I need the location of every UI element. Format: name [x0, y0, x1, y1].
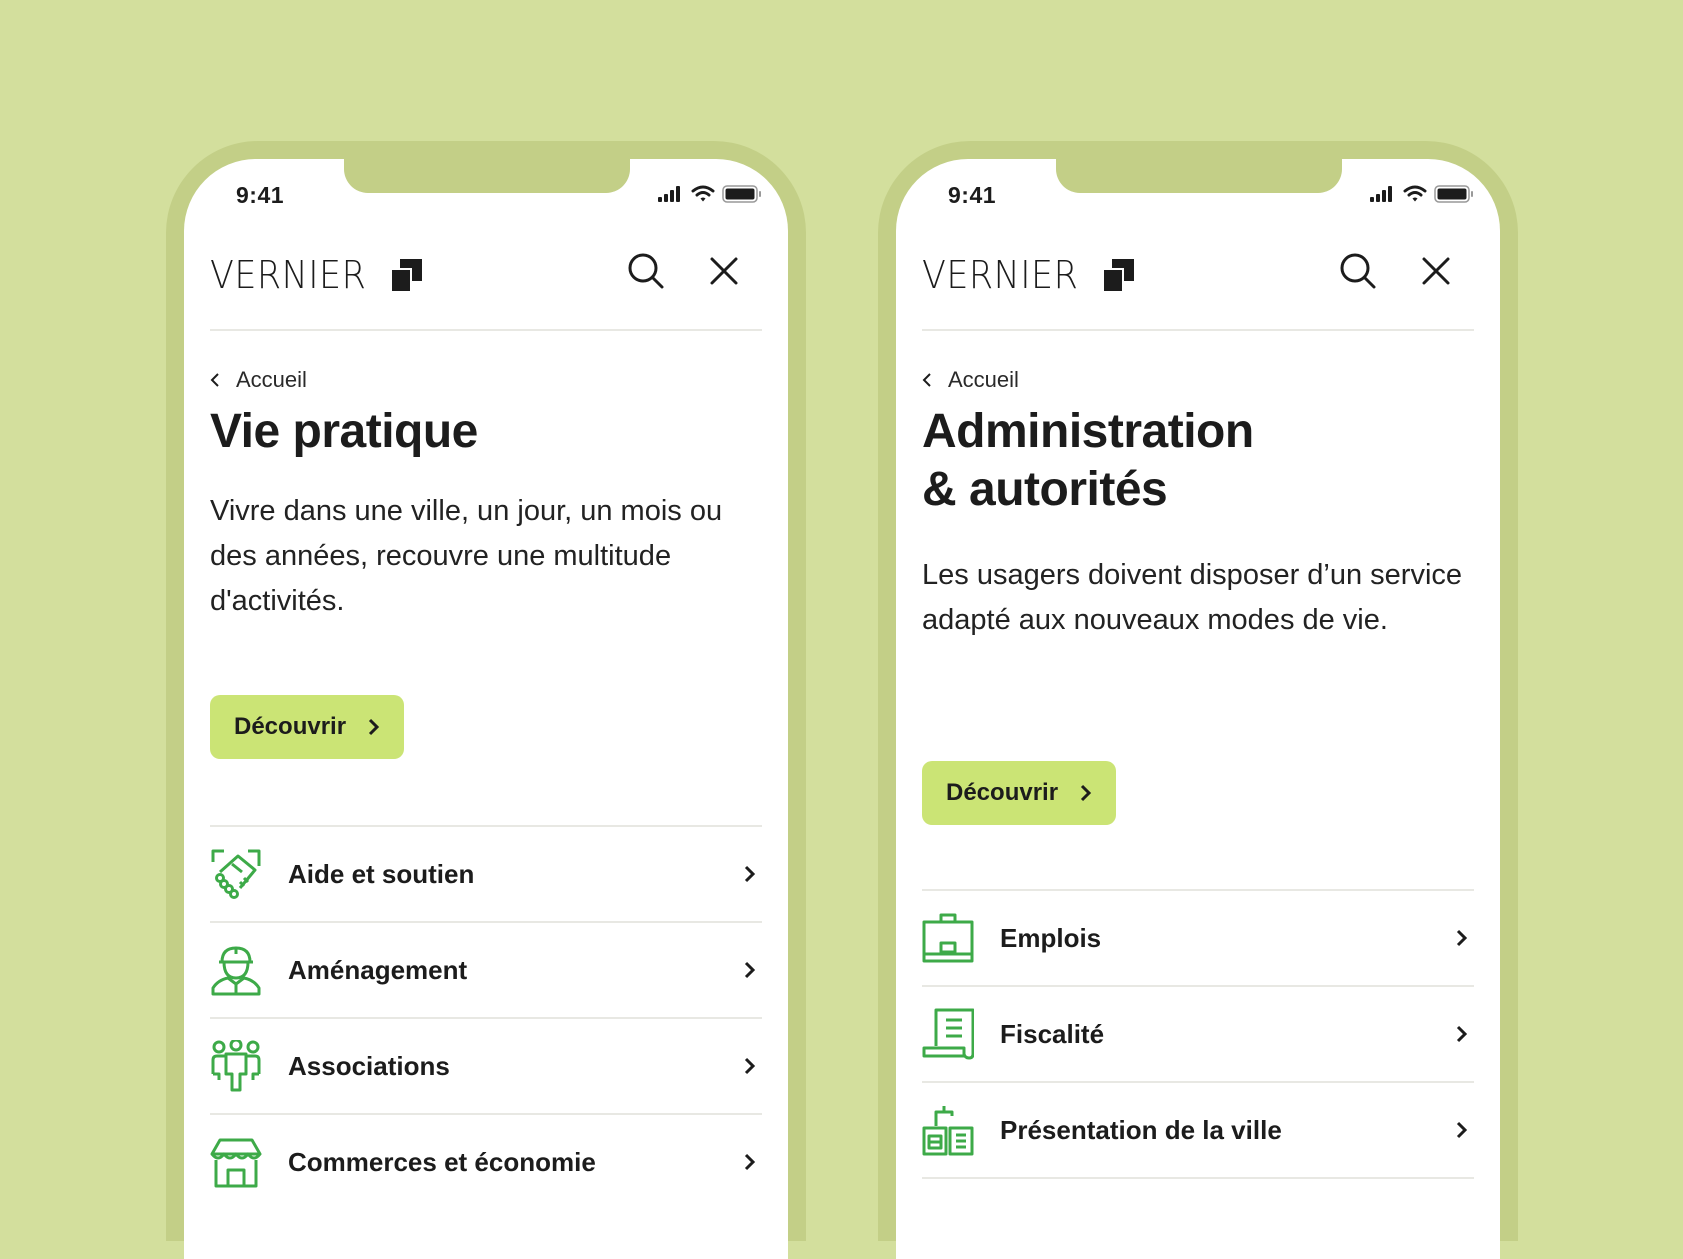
page-title-line: Vie pratique	[210, 405, 478, 458]
discover-button-label: Découvrir	[946, 779, 1059, 806]
list-item-label: Aménagement	[288, 954, 468, 985]
page-description: Les usagers doivent disposer d’un servic…	[922, 559, 1463, 636]
status-icons	[658, 185, 762, 203]
chevron-right-icon	[1080, 784, 1092, 802]
chevron-right-icon	[1456, 1025, 1468, 1043]
signal-icon	[658, 186, 680, 202]
list-item-label: Commerces et économie	[288, 1146, 596, 1177]
group-people-icon	[211, 1040, 261, 1092]
close-icon	[710, 257, 738, 285]
logo-text: VERNIER	[210, 253, 367, 297]
list-item[interactable]: Associations	[210, 1017, 762, 1113]
close-button[interactable]	[700, 247, 748, 295]
list-item-label: Aide et soutien	[288, 858, 475, 889]
storefront-icon	[210, 1138, 262, 1188]
chevron-right-icon	[1456, 1121, 1468, 1139]
chevron-right-icon	[1456, 929, 1468, 947]
breadcrumb-back-link[interactable]: Accueil	[922, 367, 1019, 393]
page-description: Vivre dans une ville, un jour, un mois o…	[210, 495, 723, 617]
site-header: VERNIER	[922, 223, 1474, 331]
site-header: VERNIER	[210, 223, 762, 331]
close-icon	[1422, 257, 1450, 285]
page-title: Vie pratique	[210, 403, 770, 461]
discover-button[interactable]: Découvrir	[210, 695, 405, 759]
vernier-logo[interactable]: VERNIER	[210, 253, 422, 297]
close-button[interactable]	[1412, 247, 1460, 295]
worker-helmet-icon	[211, 946, 261, 996]
list-item[interactable]: Emplois	[922, 889, 1474, 985]
phone-mockup-administration: 9:41 VERNIER Accueil Administration & au…	[878, 141, 1518, 1259]
vernier-squares-logo-icon	[1101, 259, 1134, 291]
status-icons	[1370, 185, 1474, 203]
phone-screen: 9:41 VERNIER Accueil Administration & au…	[896, 159, 1500, 1259]
list-item-label: Associations	[288, 1050, 450, 1081]
list-item[interactable]: Fiscalité	[922, 985, 1474, 1081]
logo-text: VERNIER	[922, 253, 1079, 297]
phone-screen: 9:41 VERNIER Accueil Vie pratique Vivre …	[184, 159, 788, 1259]
category-list: Aide et soutien Aménagement Associations	[210, 825, 762, 1209]
list-item-label: Présentation de la ville	[1000, 1114, 1282, 1145]
list-item-label: Emplois	[1000, 922, 1102, 953]
chevron-left-icon	[210, 373, 219, 387]
chevron-right-icon	[744, 1057, 756, 1075]
breadcrumb-label: Accueil	[948, 367, 1019, 392]
search-button[interactable]	[1334, 247, 1382, 295]
page-title-line: Administration	[922, 405, 1254, 458]
chevron-left-icon	[922, 373, 931, 387]
phone-notch	[1056, 159, 1342, 193]
signal-icon	[1370, 186, 1392, 202]
discover-button-label: Découvrir	[234, 713, 347, 740]
wifi-icon	[1403, 185, 1427, 202]
chevron-right-icon	[744, 865, 756, 883]
chevron-right-icon	[368, 718, 380, 736]
vernier-logo[interactable]: VERNIER	[922, 253, 1134, 297]
vernier-squares-logo-icon	[389, 259, 422, 291]
phone-notch	[344, 159, 630, 193]
handshake-icon	[211, 849, 261, 899]
list-item[interactable]: Commerces et économie	[210, 1113, 762, 1209]
discover-button[interactable]: Découvrir	[922, 761, 1117, 825]
breadcrumb-label: Accueil	[236, 367, 307, 392]
search-icon	[628, 253, 664, 289]
city-buildings-icon	[922, 1106, 974, 1156]
search-button[interactable]	[622, 247, 670, 295]
tax-document-icon	[922, 1008, 974, 1060]
battery-icon	[1434, 185, 1473, 203]
phone-mockup-vie-pratique: 9:41 VERNIER Accueil Vie pratique Vivre …	[166, 141, 806, 1259]
category-list: Emplois Fiscalité Présentation de la vil…	[922, 889, 1474, 1219]
status-time: 9:41	[236, 182, 285, 208]
search-icon	[1340, 253, 1376, 289]
chevron-right-icon	[744, 961, 756, 979]
status-time: 9:41	[948, 182, 997, 208]
list-item[interactable]: Aménagement	[210, 921, 762, 1017]
list-item-partial	[922, 1177, 1474, 1219]
battery-icon	[722, 185, 761, 203]
wifi-icon	[691, 185, 715, 202]
list-item[interactable]: Aide et soutien	[210, 825, 762, 921]
list-item[interactable]: Présentation de la ville	[922, 1081, 1474, 1177]
page-title-line: & autorités	[922, 463, 1168, 516]
briefcase-icon	[922, 913, 974, 963]
breadcrumb-back-link[interactable]: Accueil	[210, 367, 307, 393]
chevron-right-icon	[744, 1153, 756, 1171]
list-item-label: Fiscalité	[1000, 1018, 1105, 1049]
page-title: Administration & autorités	[922, 403, 1482, 519]
